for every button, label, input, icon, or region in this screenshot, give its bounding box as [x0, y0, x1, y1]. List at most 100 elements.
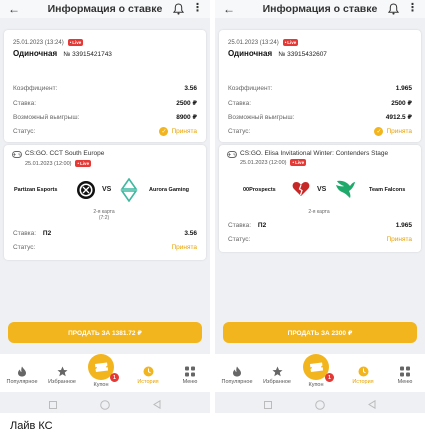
bet-datetime: 25.01.2023 (13:24) — [13, 39, 64, 46]
team-falcons-logo — [336, 180, 355, 198]
more-menu-icon[interactable]: ⋮ — [192, 1, 203, 14]
star-icon — [57, 366, 67, 377]
event-card[interactable]: CS:GO. Elisa Invitational Winter: Conten… — [219, 145, 421, 252]
map-label: 2-я карта — [308, 209, 330, 215]
check-icon: ✓ — [159, 127, 169, 136]
team2-name: Aurora Gaming — [149, 187, 190, 193]
aurora-logo — [120, 178, 138, 202]
vs-label: VS — [102, 186, 112, 193]
bet-datetime: 25.01.2023 (13:24) — [228, 39, 279, 46]
nav-favorites[interactable]: Избранное — [42, 366, 82, 385]
bet-summary-card: 25.01.2023 (13:24) Live Одиночная № 3391… — [219, 30, 421, 142]
possible-win-row: Возможный выигрыш: 4912.5 ₽ — [228, 113, 412, 122]
bet-number: № 33915432607 — [278, 51, 327, 58]
nav-favorites[interactable]: Избранное — [257, 366, 297, 385]
possible-win-value: 4912.5 ₽ — [385, 114, 412, 121]
more-menu-icon[interactable]: ⋮ — [407, 1, 418, 14]
stake-value: 2500 ₽ — [176, 100, 197, 107]
ticket-icon — [95, 362, 108, 372]
live-badge: Live — [67, 39, 84, 46]
status-row: Статус: ✓ Принята — [13, 127, 197, 136]
nav-popular[interactable]: Популярное — [2, 366, 42, 385]
bet-summary-card: 25.01.2023 (13:24) Live Одиночная № 3391… — [4, 30, 206, 142]
bet-number: № 33915421743 — [63, 51, 112, 58]
sell-bet-button[interactable]: ПРОДАТЬ ЗА 2300 ₽ — [223, 322, 417, 343]
flame-icon — [233, 366, 241, 377]
nav-coupon-label: Купон — [93, 382, 109, 388]
bottom-navigation: Популярное Избранное 1 Купон История Мен… — [0, 354, 210, 392]
live-badge: Live — [75, 160, 92, 167]
system-navigation — [0, 396, 210, 413]
event-status-value: Принята — [386, 236, 412, 243]
nav-menu[interactable]: Меню — [385, 366, 425, 385]
back-icon[interactable] — [367, 400, 376, 409]
league-name: CS:GO. CCT South Europe — [25, 150, 105, 157]
coefficient-row: Коэффициент: 1.965 — [228, 85, 412, 92]
team2-name: Team Falcons — [369, 187, 406, 193]
team1-name: Partizan Esports — [14, 187, 58, 193]
nav-coupon-label: Купон — [308, 382, 324, 388]
sell-bet-button[interactable]: ПРОДАТЬ ЗА 1381.72 ₽ — [8, 322, 202, 343]
status-value: Принята — [171, 128, 197, 135]
event-datetime: 25.01.2023 (12:00) — [25, 160, 72, 167]
status-row: Статус: ✓ Принята — [228, 127, 412, 136]
caption: Лайв КС — [10, 420, 53, 432]
back-arrow-icon[interactable]: ← — [8, 2, 20, 16]
clock-icon — [358, 366, 368, 377]
grid-icon — [400, 366, 410, 377]
back-icon[interactable] — [152, 400, 161, 409]
live-badge: Live — [282, 39, 299, 46]
clock-icon — [143, 366, 153, 377]
event-coefficient: 3.56 — [184, 230, 197, 237]
screen-right: ← Информация о ставке ⋮ 25.01.2023 (13:2… — [215, 0, 425, 413]
bet-type: Одиночная — [13, 49, 58, 58]
home-icon[interactable] — [100, 399, 110, 410]
top-bar: ← Информация о ставке ⋮ — [0, 0, 210, 18]
back-arrow-icon[interactable]: ← — [223, 2, 235, 16]
home-icon[interactable] — [315, 399, 325, 410]
nav-popular[interactable]: Популярное — [217, 366, 257, 385]
coefficient-value: 3.56 — [184, 85, 197, 92]
event-card[interactable]: CS:GO. CCT South Europe 25.01.2023 (12:0… — [4, 145, 206, 260]
status-value: Принята — [386, 128, 412, 135]
coefficient-row: Коэффициент: 3.56 — [13, 85, 197, 92]
vs-label: VS — [317, 186, 327, 193]
recent-apps-icon[interactable] — [49, 400, 58, 409]
stake-row: Ставка: 2500 ₽ — [13, 99, 197, 108]
ticket-icon — [310, 362, 323, 372]
team1-name: 00Prospects — [243, 187, 276, 193]
score: (7:2) — [98, 215, 110, 221]
check-icon: ✓ — [374, 127, 384, 136]
system-navigation — [215, 396, 425, 413]
nav-menu[interactable]: Меню — [170, 366, 210, 385]
event-coefficient: 1.965 — [395, 222, 412, 229]
outcome-value: П2 — [257, 222, 267, 229]
league-name: CS:GO. Elisa Invitational Winter: Conten… — [240, 150, 389, 157]
00prospects-logo — [292, 182, 310, 196]
nav-history[interactable]: История — [343, 366, 383, 385]
recent-apps-icon[interactable] — [264, 400, 273, 409]
bet-type: Одиночная — [228, 49, 273, 58]
top-bar: ← Информация о ставке ⋮ — [215, 0, 425, 18]
bell-icon[interactable] — [388, 3, 399, 15]
bell-icon[interactable] — [173, 3, 184, 15]
event-status-row: Статус: Принята — [13, 244, 197, 251]
coupon-count-badge: 1 — [110, 373, 119, 382]
screen-left: ← Информация о ставке ⋮ 25.01.2023 (13:2… — [0, 0, 210, 413]
stake-row: Ставка: 2500 ₽ — [228, 99, 412, 108]
star-icon — [272, 366, 282, 377]
coefficient-value: 1.965 — [395, 85, 412, 92]
possible-win-row: Возможный выигрыш: 8900 ₽ — [13, 113, 197, 122]
flame-icon — [18, 366, 26, 377]
event-datetime: 25.01.2023 (12:00) — [240, 159, 287, 166]
event-stake-row: Ставка: П2 3.56 — [13, 230, 197, 237]
coupon-count-badge: 1 — [325, 373, 334, 382]
gamepad-icon — [227, 151, 237, 158]
bottom-navigation: Популярное Избранное 1 Купон История Мен… — [215, 354, 425, 392]
possible-win-value: 8900 ₽ — [176, 114, 197, 121]
partizan-logo — [77, 181, 95, 199]
live-badge: Live — [290, 159, 307, 166]
event-stake-row: Ставка: П2 1.965 — [228, 222, 412, 229]
nav-history[interactable]: История — [128, 366, 168, 385]
stake-value: 2500 ₽ — [391, 100, 412, 107]
